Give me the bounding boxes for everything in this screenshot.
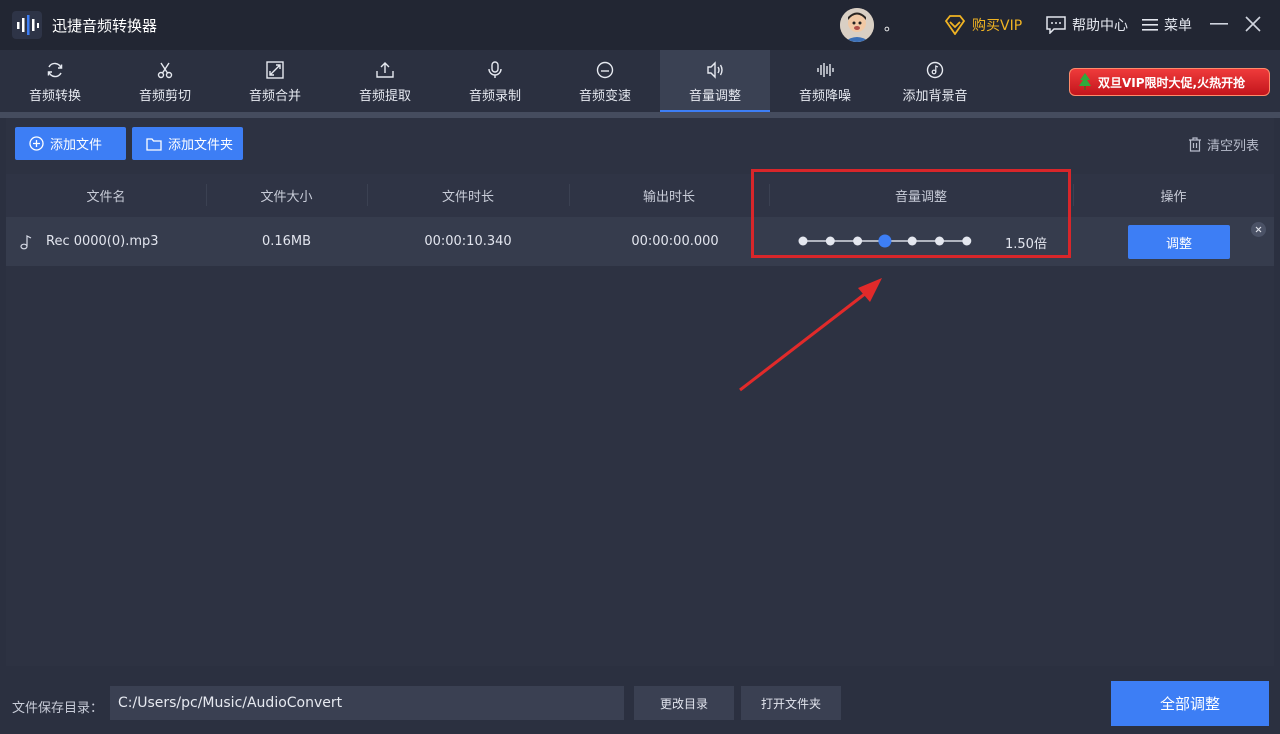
annotation-arrow (739, 278, 882, 392)
close-small-icon (1255, 226, 1262, 233)
header-file-size: 文件大小 (260, 190, 313, 205)
add-folder-label: 添加文件夹 (168, 138, 234, 153)
hamburger-icon (1142, 19, 1158, 31)
speed-icon (596, 61, 614, 79)
tab-label: 音频提取 (358, 89, 411, 104)
output-duration: 00:00:00.000 (631, 234, 719, 249)
header-output-duration: 输出时长 (642, 190, 695, 205)
file-name: Rec 0000(0).mp3 (46, 234, 159, 249)
header-duration: 文件时长 (441, 190, 494, 205)
username[interactable]: 。 (884, 14, 899, 35)
tab-audio-record[interactable]: 音频录制 (440, 50, 550, 112)
tab-label: 音频转换 (28, 89, 81, 104)
tab-audio-denoise[interactable]: 音频降噪 (770, 50, 880, 112)
tab-audio-cut[interactable]: 音频剪切 (110, 50, 220, 112)
tab-label: 音频变速 (578, 89, 631, 104)
adjust-button[interactable]: 调整 (1128, 225, 1230, 259)
minimize-icon[interactable] (1209, 13, 1229, 35)
waveform-icon (817, 63, 834, 77)
highlight-box (751, 169, 1071, 258)
help-center-button[interactable]: 帮助中心 (1046, 13, 1128, 37)
tab-label: 音频合并 (248, 89, 301, 104)
tab-label: 音频降噪 (798, 89, 851, 104)
menu-button[interactable]: 菜单 (1142, 13, 1192, 37)
remove-row-button[interactable] (1251, 222, 1266, 237)
header-file-name: 文件名 (86, 190, 126, 205)
merge-icon (266, 61, 284, 79)
christmas-tree-icon (1079, 73, 1091, 90)
promo-text: 双旦VIP限时大促,火热开抢 (1098, 75, 1246, 90)
add-file-button[interactable]: 添加文件 (15, 127, 126, 160)
app-logo-icon (12, 11, 42, 39)
avatar[interactable] (840, 8, 874, 42)
tab-label: 音频剪切 (138, 89, 191, 104)
buy-vip-button[interactable]: 购买VIP (944, 13, 1022, 37)
save-dir-label: 文件保存目录： (12, 701, 104, 716)
trash-icon (1189, 137, 1201, 152)
add-folder-button[interactable]: 添加文件夹 (132, 127, 243, 160)
file-name-cell: Rec 0000(0).mp3 (20, 217, 206, 266)
tab-label: 音量调整 (688, 89, 741, 104)
tab-label: 音频录制 (468, 89, 521, 104)
app-title: 迅捷音频转换器 (52, 17, 158, 35)
scissors-icon (157, 62, 173, 79)
add-file-label: 添加文件 (50, 138, 103, 153)
menu-label: 菜单 (1164, 18, 1192, 34)
file-size: 0.16MB (261, 234, 312, 249)
tab-audio-speed[interactable]: 音频变速 (550, 50, 660, 112)
title-bar: 迅捷音频转换器 。 购买VIP 帮助中心 菜单 (0, 0, 1280, 50)
buy-vip-label: 购买VIP (972, 18, 1023, 34)
folder-icon (146, 137, 162, 151)
close-icon[interactable] (1243, 14, 1263, 34)
help-center-label: 帮助中心 (1072, 18, 1128, 34)
music-note-icon (20, 234, 32, 249)
plus-circle-icon (29, 136, 44, 151)
tab-audio-convert[interactable]: 音频转换 (0, 50, 110, 112)
refresh-icon (47, 62, 63, 78)
table-header: 文件名 文件大小 文件时长 输出时长 音量调整 操作 (6, 174, 1274, 217)
clear-list-label: 清空列表 (1207, 139, 1260, 154)
music-disc-icon (926, 61, 944, 79)
header-operations: 操作 (1160, 190, 1187, 205)
tab-audio-extract[interactable]: 音频提取 (330, 50, 440, 112)
table-row[interactable]: Rec 0000(0).mp3 0.16MB 00:00:10.340 00:0… (6, 217, 1274, 266)
change-dir-button[interactable]: 更改目录 (634, 686, 734, 720)
save-path-input[interactable] (110, 686, 624, 720)
file-duration: 00:00:10.340 (424, 234, 512, 249)
vip-diamond-icon (944, 15, 966, 35)
microphone-icon (488, 61, 502, 78)
open-folder-button[interactable]: 打开文件夹 (741, 686, 841, 720)
tab-label: 添加背景音 (902, 89, 968, 104)
speaker-icon (707, 61, 723, 79)
tab-add-bgm[interactable]: 添加背景音 (880, 50, 990, 112)
promo-banner[interactable]: 双旦VIP限时大促,火热开抢 (1069, 68, 1270, 96)
upload-icon (376, 62, 394, 78)
tab-audio-merge[interactable]: 音频合并 (220, 50, 330, 112)
tab-volume-adjust[interactable]: 音量调整 (660, 50, 770, 112)
adjust-all-button[interactable]: 全部调整 (1111, 681, 1269, 726)
chat-bubble-icon (1046, 16, 1066, 34)
clear-list-button[interactable]: 清空列表 (1188, 135, 1259, 154)
